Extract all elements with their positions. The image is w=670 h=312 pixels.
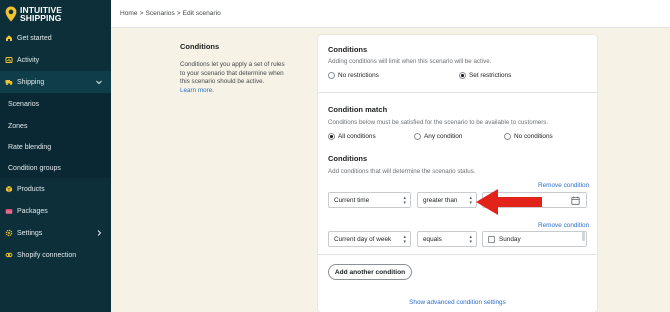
radio-any-condition[interactable]: Any condition xyxy=(414,133,462,140)
select-arrows-icon: ▴ ▾ xyxy=(403,195,406,206)
sidebar-item-shopify-connection[interactable]: Shopify connection xyxy=(0,244,111,266)
conditions-card: Conditions Adding conditions will limit … xyxy=(318,35,597,312)
truck-icon xyxy=(5,80,13,86)
conditions-list-description: Add conditions that will determine the s… xyxy=(328,168,476,175)
scrollbar[interactable] xyxy=(582,232,585,241)
condition-operator-select[interactable]: greater than ▴ ▾ xyxy=(417,192,477,208)
chevron-right-icon xyxy=(97,230,102,236)
sidebar-item-activity[interactable]: Activity xyxy=(0,49,111,71)
sidebar-item-packages[interactable]: Packages xyxy=(0,200,111,222)
sidebar: INTUITIVE SHIPPING Get started Activity … xyxy=(0,0,111,312)
breadcrumb-scenarios[interactable]: Scenarios xyxy=(145,10,174,17)
annotation-arrow-icon xyxy=(476,189,542,215)
sidebar-item-condition-groups[interactable]: Condition groups xyxy=(0,157,111,179)
brand-name: INTUITIVE SHIPPING xyxy=(20,4,62,23)
condition-match-title: Condition match xyxy=(328,105,388,114)
section-heading: Conditions xyxy=(180,42,220,51)
sidebar-item-rate-blending[interactable]: Rate blending xyxy=(0,136,111,158)
sidebar-item-scenarios[interactable]: Scenarios xyxy=(0,93,111,115)
radio-all-conditions[interactable]: All conditions xyxy=(328,133,376,140)
radio-no-restrictions[interactable]: No restrictions xyxy=(328,72,379,79)
learn-more-link[interactable]: Learn more. xyxy=(180,87,290,94)
checkbox[interactable] xyxy=(488,235,495,243)
sidebar-item-settings[interactable]: Settings xyxy=(0,222,111,244)
condition-day-select[interactable]: Sunday xyxy=(482,231,587,247)
select-arrows-icon: ▴ ▾ xyxy=(403,234,406,245)
advanced-settings-link[interactable]: Show advanced condition settings xyxy=(318,299,597,306)
conditions-title: Conditions xyxy=(328,45,368,54)
conditions-list-title: Conditions xyxy=(328,154,368,163)
sidebar-item-products[interactable]: Products xyxy=(0,178,111,200)
remove-condition-link[interactable]: Remove condition xyxy=(538,182,589,189)
breadcrumb-current: Edit scenario xyxy=(182,10,221,17)
conditions-description: Adding conditions will limit when this s… xyxy=(328,58,492,65)
divider xyxy=(318,92,597,93)
breadcrumb-separator: > xyxy=(176,10,181,17)
section-description: Conditions let you apply a set of rules … xyxy=(180,61,285,85)
home-icon xyxy=(6,35,12,41)
activity-icon xyxy=(5,57,13,63)
conditions-intro: Conditions Conditions let you apply a se… xyxy=(180,42,290,94)
chevron-down-icon xyxy=(96,80,102,85)
sidebar-item-get-started[interactable]: Get started xyxy=(0,27,111,49)
brand-logo[interactable]: INTUITIVE SHIPPING xyxy=(0,0,111,28)
condition-operator-select[interactable]: equals ▴ ▾ xyxy=(417,231,477,247)
calendar-icon[interactable] xyxy=(571,196,580,205)
package-icon xyxy=(5,209,13,214)
sidebar-item-shipping[interactable]: Shipping xyxy=(0,71,111,93)
location-pin-icon xyxy=(5,6,17,22)
gear-icon xyxy=(5,229,13,237)
remove-condition-link[interactable]: Remove condition xyxy=(538,222,589,229)
box-icon xyxy=(5,186,13,193)
radio-button-selected[interactable] xyxy=(459,72,466,79)
add-condition-button[interactable]: Add another condition xyxy=(328,264,412,280)
condition-match-description: Conditions below must be satisfied for t… xyxy=(328,119,549,126)
sidebar-item-zones[interactable]: Zones xyxy=(0,115,111,137)
link-icon xyxy=(5,252,13,258)
radio-set-restrictions[interactable]: Set restrictions xyxy=(459,72,511,79)
breadcrumb-separator: > xyxy=(139,10,144,17)
divider xyxy=(318,254,597,255)
breadcrumb-home[interactable]: Home xyxy=(120,10,138,17)
radio-no-conditions[interactable]: No conditions xyxy=(504,133,553,140)
radio-button-selected[interactable] xyxy=(328,133,335,140)
select-arrows-icon: ▴ ▾ xyxy=(469,195,472,206)
condition-field-select[interactable]: Current day of week ▴ ▾ xyxy=(328,231,411,247)
radio-button[interactable] xyxy=(328,72,335,79)
breadcrumb: Home > Scenarios > Edit scenario xyxy=(111,0,670,28)
select-arrows-icon: ▴ ▾ xyxy=(469,234,472,245)
radio-button[interactable] xyxy=(504,133,511,140)
condition-field-select[interactable]: Current time ▴ ▾ xyxy=(328,192,411,208)
radio-button[interactable] xyxy=(414,133,421,140)
